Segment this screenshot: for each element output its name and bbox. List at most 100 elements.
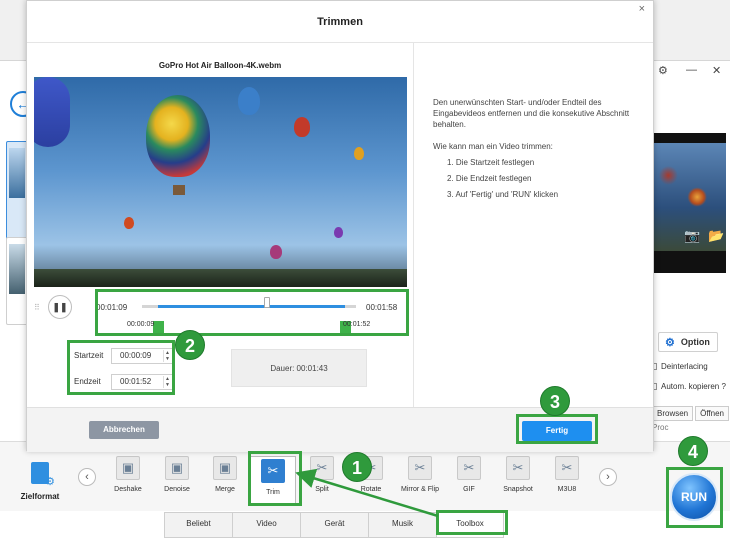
start-trim-handle[interactable]	[153, 321, 165, 333]
timeline-slider[interactable]	[142, 297, 356, 333]
tool-deshake[interactable]: ▣ Deshake	[106, 456, 150, 494]
settings-icon[interactable]: ⚙	[658, 64, 668, 77]
option-button[interactable]: ⚙ Option	[658, 332, 718, 352]
tool-label: Deshake	[114, 486, 142, 493]
deinterlacing-label: Deinterlacing	[661, 362, 708, 371]
tab-musik[interactable]: Musik	[368, 512, 436, 538]
video-preview	[34, 77, 407, 287]
mirror-flip-icon: ✂	[408, 456, 432, 480]
video-balloon	[294, 117, 310, 137]
video-treeline	[34, 269, 407, 287]
video-thumbnail	[9, 148, 25, 198]
close-app-icon[interactable]: ✕	[712, 64, 721, 77]
start-handle-time: 00:00:09	[127, 321, 155, 328]
category-tabs: Beliebt Video Gerät Musik Toolbox	[164, 512, 504, 538]
total-time: 00:01:58	[366, 303, 398, 312]
camera-icon[interactable]: 📷	[684, 228, 700, 244]
trim-dialog: Trimmen × GoPro Hot Air Balloon-4K.webm …	[26, 0, 654, 452]
info-text: Den unerwünschten Start- und/oder Endtei…	[433, 98, 630, 129]
tool-label: Trim	[266, 489, 280, 496]
step-badge-1: 1	[342, 452, 372, 482]
help-step: 3. Auf 'Fertig' und 'RUN' klicken	[447, 190, 559, 199]
tool-label: Mirror & Flip	[400, 486, 440, 493]
tool-label: Merge	[215, 486, 235, 493]
video-foreground	[34, 77, 70, 147]
video-balloon	[146, 95, 210, 177]
step-badge-3: 3	[540, 386, 570, 416]
tool-mirror-flip[interactable]: ✂ Mirror & Flip	[398, 456, 442, 494]
video-list-item[interactable]	[6, 237, 28, 325]
step-badge-4: 4	[678, 436, 708, 466]
option-label: Option	[680, 337, 710, 347]
help-step: 1. Die Startzeit festlegen	[447, 158, 535, 167]
video-balloon	[238, 87, 260, 115]
target-format-button[interactable]: Zielformat	[16, 462, 64, 501]
done-button[interactable]: Fertig	[522, 421, 592, 441]
video-balloon	[354, 147, 364, 160]
step-badge-2: 2	[175, 330, 205, 360]
tool-denoise[interactable]: ▣ Denoise	[155, 456, 199, 494]
video-file-name: GoPro Hot Air Balloon-4K.webm	[158, 61, 282, 70]
tool-label: Split	[315, 486, 329, 493]
target-format-icon	[31, 462, 55, 488]
gear-icon: ⚙	[665, 336, 675, 349]
output-folder-buttons: Browsen Öffnen	[652, 406, 729, 421]
video-balloon	[270, 245, 282, 259]
tool-label: GIF	[463, 486, 475, 493]
close-icon[interactable]: ×	[639, 3, 645, 15]
timeline-selection	[158, 305, 346, 308]
pause-button[interactable]: ❚❚	[48, 295, 72, 319]
end-time-input[interactable]: 00:01:52 ▲ ▼	[111, 374, 173, 390]
target-format-label: Zielformat	[20, 492, 60, 501]
run-button[interactable]: RUN	[670, 473, 718, 521]
drag-handle-icon[interactable]: ⠿	[34, 303, 40, 312]
deinterlacing-checkbox[interactable]: Deinterlacing	[650, 362, 708, 371]
open-button[interactable]: Öffnen	[695, 406, 729, 421]
cancel-button[interactable]: Abbrechen	[89, 421, 159, 439]
tool-snapshot[interactable]: ✂ Snapshot	[496, 456, 540, 494]
tab-video[interactable]: Video	[232, 512, 300, 538]
stepper-icon[interactable]: ▲ ▼	[163, 350, 171, 362]
tool-m3u8[interactable]: ✂ M3U8	[545, 456, 589, 494]
tools-prev-arrow-icon[interactable]: ‹	[78, 468, 96, 486]
help-title: Wie kann man ein Video trimmen:	[433, 142, 553, 151]
video-basket	[173, 185, 185, 195]
playhead-handle[interactable]	[264, 297, 271, 308]
video-balloon	[334, 227, 343, 238]
tool-split[interactable]: ✂ Split	[300, 456, 344, 494]
video-thumbnail	[9, 244, 25, 294]
video-list-item-selected[interactable]	[6, 141, 28, 251]
current-time: 00:01:09	[96, 303, 128, 312]
start-time-value: 00:00:09	[120, 351, 152, 360]
tool-merge[interactable]: ▣ Merge	[203, 456, 247, 494]
end-time-value: 00:01:52	[120, 377, 152, 386]
stepper-icon[interactable]: ▲ ▼	[163, 376, 171, 388]
preview-panel	[654, 133, 726, 273]
denoise-icon: ▣	[165, 456, 189, 480]
browse-button[interactable]: Browsen	[652, 406, 694, 421]
tab-geraet[interactable]: Gerät	[300, 512, 368, 538]
end-handle-time: 00:01:52	[343, 321, 371, 328]
auto-copy-checkbox[interactable]: Autom. kopieren ?	[650, 382, 726, 391]
proc-label: Proc	[652, 423, 669, 432]
player-controls: ⠿ ❚❚ 00:01:09 00:01:58 00:00:09 00:01:52	[34, 293, 407, 333]
video-balloon	[124, 217, 134, 229]
merge-icon: ▣	[213, 456, 237, 480]
start-time-input[interactable]: 00:00:09 ▲ ▼	[111, 348, 173, 364]
snapshot-icon: ✂	[506, 456, 530, 480]
panel-divider	[413, 43, 414, 408]
tool-gif[interactable]: ✂ GIF	[447, 456, 491, 494]
split-icon: ✂	[310, 456, 334, 480]
folder-icon[interactable]: 📂	[708, 228, 724, 244]
minimize-icon[interactable]: —	[686, 64, 697, 76]
tool-trim[interactable]: ✂ Trim	[250, 456, 296, 504]
tools-next-arrow-icon[interactable]: ›	[599, 468, 617, 486]
tab-beliebt[interactable]: Beliebt	[164, 512, 232, 538]
tab-toolbox[interactable]: Toolbox	[436, 512, 504, 538]
duration-display: Dauer: 00:01:43	[231, 349, 367, 387]
m3u8-icon: ✂	[555, 456, 579, 480]
tool-label: M3U8	[557, 486, 577, 493]
auto-copy-label: Autom. kopieren ?	[661, 382, 726, 391]
tool-label: Rotate	[360, 486, 382, 493]
start-time-label: Startzeit	[74, 351, 104, 360]
